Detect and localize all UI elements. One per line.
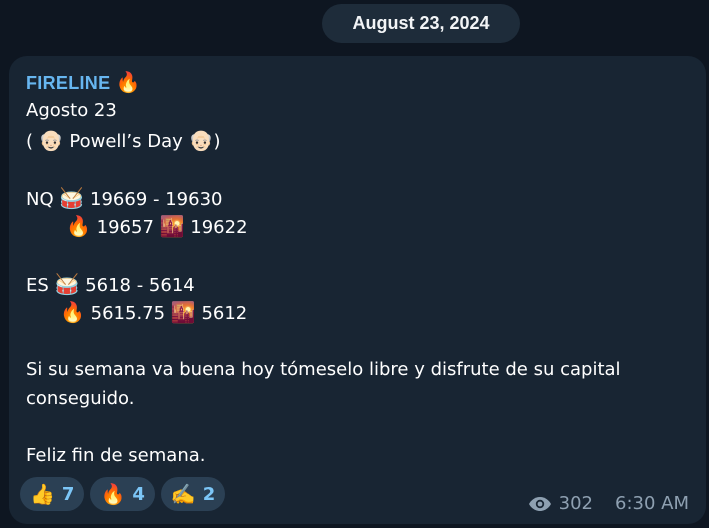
reaction-fire[interactable]: 🔥 4 bbox=[90, 477, 155, 511]
powell-day-text: Powell’s Day bbox=[69, 131, 183, 152]
message-meta: 302 6:30 AM bbox=[528, 493, 689, 514]
message-line-powell: ( 👴🏻 Powell’s Day 👴🏻) bbox=[26, 128, 220, 152]
nq-range-value: 19669 - 19630 bbox=[90, 189, 223, 210]
sunset-emoji-icon: 🌇 bbox=[159, 214, 185, 238]
open-paren: ( bbox=[26, 131, 34, 152]
reaction-count: 2 bbox=[202, 483, 216, 505]
fire-emoji-icon: 🔥 bbox=[115, 72, 141, 94]
sunset-emoji-icon: 🌇 bbox=[170, 300, 196, 324]
thumbs-up-icon: 👍 bbox=[30, 482, 55, 506]
date-text: Agosto 23 bbox=[26, 100, 117, 121]
reaction-count: 7 bbox=[61, 483, 75, 505]
message-line-date: Agosto 23 bbox=[26, 100, 117, 121]
reaction-writing-hand[interactable]: ✍️ 2 bbox=[160, 477, 226, 511]
date-separator: August 23, 2024 bbox=[322, 4, 520, 43]
paragraph-1-line-1: Si su semana va buena hoy tómeselo libre… bbox=[26, 359, 621, 380]
nq-label: NQ bbox=[26, 189, 54, 210]
es-range-value: 5618 - 5614 bbox=[85, 275, 195, 296]
old-man-emoji-icon: 👴🏻 bbox=[188, 128, 214, 152]
eye-icon bbox=[528, 496, 552, 512]
nq-fire-value: 19657 bbox=[96, 217, 154, 238]
fire-emoji-icon: 🔥 bbox=[66, 214, 91, 238]
message-line-es-range: ES 🥁 5618 - 5614 bbox=[26, 272, 195, 296]
writing-hand-icon: ✍️ bbox=[170, 482, 196, 506]
es-label: ES bbox=[26, 275, 49, 296]
message-line-es-levels: 🔥 5615.75 🌇 5612 bbox=[60, 300, 247, 324]
message-line-nq-levels: 🔥 19657 🌇 19622 bbox=[66, 214, 248, 238]
old-man-emoji-icon: 👴🏻 bbox=[38, 128, 64, 152]
date-separator-label: August 23, 2024 bbox=[352, 13, 490, 33]
message-line-nq-range: NQ 🥁 19669 - 19630 bbox=[26, 186, 222, 210]
close-paren: ) bbox=[213, 131, 221, 152]
drum-emoji-icon: 🥁 bbox=[54, 272, 80, 296]
paragraph-2-text: Feliz fin de semana. bbox=[26, 445, 206, 466]
nq-sunset-value: 19622 bbox=[190, 217, 248, 238]
drum-emoji-icon: 🥁 bbox=[59, 186, 85, 210]
es-fire-value: 5615.75 bbox=[90, 303, 166, 324]
fire-emoji-icon: 🔥 bbox=[60, 300, 85, 324]
paragraph-1-line-2: conseguido. bbox=[26, 388, 135, 409]
message-time: 6:30 AM bbox=[615, 493, 689, 514]
reaction-thumbs-up[interactable]: 👍 7 bbox=[20, 477, 85, 511]
sender-name[interactable]: FIRELINE 🔥 bbox=[26, 70, 141, 95]
message-line-paragraph-2: Feliz fin de semana. bbox=[26, 445, 205, 466]
sender-name-text: FIRELINE bbox=[26, 73, 111, 93]
message-line-paragraph-1b: conseguido. bbox=[26, 388, 134, 409]
message-line-paragraph-1: Si su semana va buena hoy tómeselo libre… bbox=[26, 359, 621, 380]
fire-icon: 🔥 bbox=[100, 482, 126, 506]
view-count: 302 bbox=[558, 493, 593, 514]
reaction-count: 4 bbox=[132, 483, 145, 505]
reactions-bar: 👍 7 🔥 4 ✍️ 2 bbox=[20, 477, 226, 511]
es-sunset-value: 5612 bbox=[201, 303, 248, 324]
